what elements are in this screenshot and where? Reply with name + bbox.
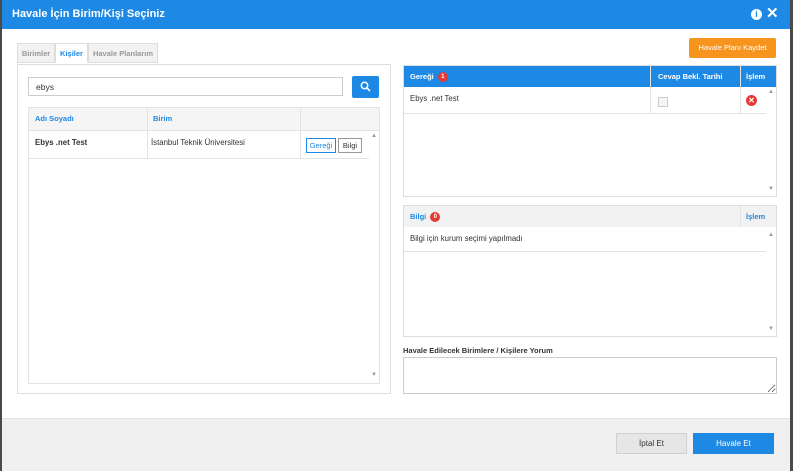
bilgi-count-badge: 0 [430, 212, 441, 223]
results-table-header: Adı Soyadı Birim [29, 108, 379, 131]
search-button[interactable] [352, 76, 379, 98]
cancel-button[interactable]: İptal Et [616, 433, 687, 454]
list-item: Ebys .net Test ✕ [404, 87, 766, 114]
search-icon [360, 81, 371, 92]
add-bilgi-button[interactable]: Bilgi [338, 138, 362, 153]
dialog-footer: İptal Et Havale Et [2, 418, 790, 471]
dialog-title: Havale İçin Birim/Kişi Seçiniz [12, 8, 165, 20]
scroll-up-icon[interactable]: ▲ [768, 232, 774, 238]
tab-kisiler[interactable]: Kişiler [55, 43, 88, 63]
dialog-titlebar: Havale İçin Birim/Kişi Seçiniz i ✕ [2, 0, 790, 29]
close-icon[interactable]: ✕ [766, 5, 779, 23]
scroll-down-icon[interactable]: ▼ [768, 326, 774, 332]
search-input[interactable] [28, 77, 343, 96]
add-geregi-button[interactable]: Gereği [306, 138, 336, 153]
geregi-header: Gereği 1 Cevap Bekl. Tarihi İşlem [404, 66, 776, 87]
havale-dialog: Havale İçin Birim/Kişi Seçiniz i ✕ Birim… [2, 0, 790, 471]
save-plan-button[interactable]: Havale Planı Kaydet [689, 38, 776, 58]
bilgi-title: Bilgi [410, 212, 427, 221]
column-islem: İşlem [746, 212, 766, 221]
geregi-row-name: Ebys .net Test [410, 94, 459, 103]
scroll-down-icon[interactable]: ▼ [371, 372, 377, 378]
tab-havale-planlarim[interactable]: Havale Planlarım [88, 43, 158, 63]
geregi-count-badge: 1 [437, 72, 448, 83]
geregi-title: Gereği [410, 72, 434, 81]
scroll-up-icon[interactable]: ▲ [768, 89, 774, 95]
havale-et-button[interactable]: Havale Et [693, 433, 774, 454]
tab-birimler[interactable]: Birimler [17, 43, 55, 63]
row-unit: İstanbul Teknik Üniversitesi [151, 138, 245, 147]
bilgi-empty-text: Bilgi için kurum seçimi yapılmadı [410, 234, 523, 243]
cevap-bekle-checkbox[interactable] [658, 97, 668, 107]
column-islem: İşlem [746, 72, 766, 81]
scroll-down-icon[interactable]: ▼ [768, 186, 774, 192]
yorum-label: Havale Edilecek Birimlere / Kişilere Yor… [403, 346, 553, 355]
geregi-panel: Gereği 1 Cevap Bekl. Tarihi İşlem Ebys .n… [403, 65, 777, 197]
column-adi-soyadi[interactable]: Adı Soyadı [35, 108, 74, 130]
info-icon[interactable]: i [751, 9, 762, 20]
column-cevap-tarihi: Cevap Bekl. Tarihi [658, 72, 723, 81]
remove-icon[interactable]: ✕ [746, 95, 757, 106]
scroll-up-icon[interactable]: ▲ [371, 133, 377, 139]
yorum-textarea[interactable] [403, 357, 777, 394]
row-name: Ebys .net Test [35, 138, 88, 147]
column-birim[interactable]: Birim [153, 108, 172, 130]
search-panel: Adı Soyadı Birim Ebys .net Test İstanbul… [17, 64, 391, 394]
results-table: Adı Soyadı Birim Ebys .net Test İstanbul… [28, 107, 380, 384]
table-row[interactable]: Ebys .net Test İstanbul Teknik Üniversit… [29, 130, 369, 159]
bilgi-header: Bilgi 0 İşlem [404, 206, 776, 227]
bilgi-panel: Bilgi 0 İşlem Bilgi için kurum seçimi yap… [403, 205, 777, 337]
